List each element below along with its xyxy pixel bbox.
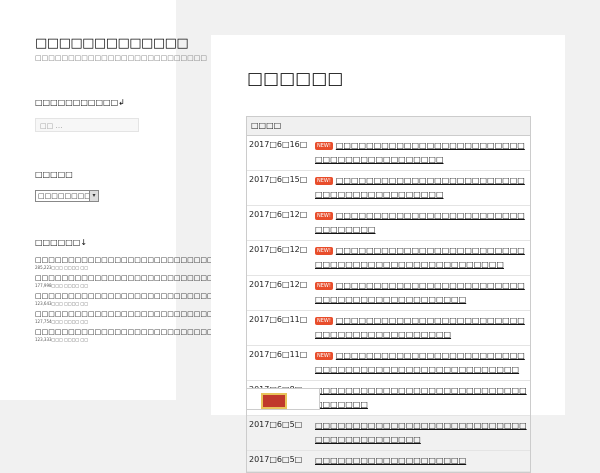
- ranking-link[interactable]: □□□□□□□□□□□□□□□□□□□□□□□□□□□□□□□□□□□□: [35, 255, 273, 265]
- ranking-link[interactable]: □□□□□□□□□□□□□□□□□□□□□□□□□□□□□□□□: [35, 309, 247, 319]
- list-item: □□□□□□□□□□□□□□□□□□□□□□□□□□□□□□ 123,643□□…: [35, 291, 233, 307]
- list-item: □□□□□□□□□□□□□□□□□□□□□□□□□□□□□□□□□□□□ 285…: [35, 255, 273, 271]
- news-link[interactable]: NEW! □□□□□□□□□□□□□□□□□□□□□□□□□□□□□□□□□□□□…: [315, 244, 530, 272]
- banner-graphic: [261, 393, 287, 409]
- news-rows: 2017□6□16□ NEW! □□□□□□□□□□□□□□□□□□□□□□□□□□…: [247, 136, 530, 472]
- new-badge: NEW!: [315, 317, 333, 325]
- news-link[interactable]: □□□□□□□□□□□□□□□□□□□□: [315, 454, 530, 468]
- archive-select-value: □□□□□□□□: [38, 192, 91, 200]
- news-title: □□□□□□□□□□□□□□□□□□□□□□□□□□□□□□□□□: [315, 211, 525, 234]
- list-item: □□□□□□□□□□□□□□□□□□□□□□□□□□□□□□□□□ 123,33…: [35, 327, 253, 343]
- news-date: 2017□6□5□: [249, 455, 303, 464]
- table-row: 2017□6□5□ □□□□□□□□□□□□□□□□□□□□□□□□□□□□□□□…: [247, 416, 530, 451]
- table-row: 2017□6□11□ NEW! □□□□□□□□□□□□□□□□□□□□□□□□□□…: [247, 346, 530, 381]
- news-title: □□□□□□□□□□□□□□□□□□□□□□□□□□□□□□□□□□□□□□□□…: [315, 281, 525, 304]
- page-title: □□□□□□: [247, 69, 344, 89]
- sidebar: □□□□□□□□□□□□□ □□□□□□□□□□□□□□□□□□□□□□□□□□…: [0, 0, 273, 400]
- news-title: □□□□□□□□□□□□□□□□□□□□□□□□□□□□□□□□□□□□□□□□…: [315, 351, 525, 374]
- new-badge: NEW!: [315, 212, 333, 220]
- news-date: 2017□6□16□: [249, 140, 308, 149]
- news-table: □□□□ 2017□6□16□ NEW! □□□□□□□□□□□□□□□□□□□□□…: [246, 116, 531, 473]
- list-item: □□□□□□□□□□□□□□□□□□□□□□□□□□□□□□□□ 127,754…: [35, 309, 247, 325]
- ranking-meta: 285,223□□□ □□□□ □□: [35, 265, 89, 270]
- search-widget-title: □□□□□□□□□□□↲: [35, 98, 125, 107]
- news-date: 2017□6□11□: [249, 315, 308, 324]
- table-row: 2017□6□12□ NEW! □□□□□□□□□□□□□□□□□□□□□□□□□□…: [247, 276, 530, 311]
- news-date: 2017□6□15□: [249, 175, 308, 184]
- new-badge: NEW!: [315, 177, 333, 185]
- news-title: □□□□□□□□□□□□□□□□□□□□□□□□□□□□□□□□□□□□□□□□…: [315, 176, 525, 199]
- table-row: 2017□6□16□ NEW! □□□□□□□□□□□□□□□□□□□□□□□□□□…: [247, 136, 530, 171]
- table-row: 2017□6□5□ □□□□□□□□□□□□□□□□□□□□: [247, 451, 530, 472]
- new-badge: NEW!: [315, 282, 333, 290]
- news-date: 2017□6□12□: [249, 210, 308, 219]
- ranking-list: □□□□□□□□□□□□□□□□□□□□□□□□□□□□□□□□□□□□ 285…: [35, 255, 273, 345]
- search-input[interactable]: □□ …: [35, 118, 139, 132]
- news-title: □□□□□□□□□□□□□□□□□□□□□□□□□□□□□□□□□□□□□□□□…: [315, 421, 527, 444]
- ranking-link[interactable]: □□□□□□□□□□□□□□□□□□□□□□□□□□□□□□□□□: [35, 327, 253, 337]
- ranking-link[interactable]: □□□□□□□□□□□□□□□□□□□□□□□□□□□□□□: [35, 291, 233, 301]
- new-badge: NEW!: [315, 352, 333, 360]
- news-link[interactable]: □□□□□□□□□□□□□□□□□□□□□□□□□□□□□□□□□□□□□□□□…: [315, 419, 530, 447]
- news-link[interactable]: NEW! □□□□□□□□□□□□□□□□□□□□□□□□□□□□□□□□□□□□…: [315, 279, 530, 307]
- news-title: □□□□□□□□□□□□□□□□□□□□□□□□□□□□□□□□□□□□□□□□…: [315, 316, 525, 339]
- site-description: □□□□□□□□□□□□□□□□□□□□□□□□□□: [35, 54, 207, 62]
- news-link[interactable]: NEW! □□□□□□□□□□□□□□□□□□□□□□□□□□□□□□□□□□□□…: [315, 139, 530, 167]
- news-title: □□□□□□□□□□□□□□□□□□□□: [315, 456, 467, 465]
- news-title: □□□□□□□□□□□□□□□□□□□□□□□□□□□□□□□□□□□□□□□□…: [315, 141, 525, 164]
- news-link[interactable]: NEW! □□□□□□□□□□□□□□□□□□□□□□□□□□□□□□□□□□□□…: [315, 174, 530, 202]
- ranking-link[interactable]: □□□□□□□□□□□□□□□□□□□□□□□□□□□: [35, 273, 214, 283]
- news-link[interactable]: NEW! □□□□□□□□□□□□□□□□□□□□□□□□□□□□□□□□□□□□…: [315, 314, 530, 342]
- ranking-meta: 177,998□□□ □□□□ □□: [35, 283, 89, 288]
- main-content: □□□□□□ □□□□ 2017□6□16□ NEW! □□□□□□□□□□□□□□…: [211, 35, 565, 473]
- ranking-meta: 123,333□□□ □□□□ □□: [35, 337, 89, 342]
- news-date: 2017□6□5□: [249, 420, 303, 429]
- news-title: □□□□□□□□□□□□□□□□□□□□□□□□□□□□□□□□□□□: [315, 386, 527, 409]
- site-title[interactable]: □□□□□□□□□□□□□: [35, 36, 189, 51]
- list-item: □□□□□□□□□□□□□□□□□□□□□□□□□□□ 177,998□□□ □…: [35, 273, 214, 289]
- table-row: 2017□6□12□ NEW! □□□□□□□□□□□□□□□□□□□□□□□□□□…: [247, 206, 530, 241]
- news-date: 2017□6□12□: [249, 280, 308, 289]
- new-badge: NEW!: [315, 247, 333, 255]
- table-row: 2017□6□15□ NEW! □□□□□□□□□□□□□□□□□□□□□□□□□□…: [247, 171, 530, 206]
- archive-select[interactable]: □□□□□□□□ ▾: [35, 190, 99, 202]
- news-table-header: □□□□: [247, 117, 530, 136]
- news-title: □□□□□□□□□□□□□□□□□□□□□□□□□□□□□□□□□□□□□□□□…: [315, 246, 525, 269]
- banner-image[interactable]: [246, 388, 320, 410]
- news-date: 2017□6□12□: [249, 245, 308, 254]
- table-row: 2017□6□11□ NEW! □□□□□□□□□□□□□□□□□□□□□□□□□□…: [247, 311, 530, 346]
- archive-widget-title: □□□□□: [35, 170, 73, 179]
- new-badge: NEW!: [315, 142, 333, 150]
- chevron-down-icon: ▾: [89, 191, 98, 201]
- news-link[interactable]: NEW! □□□□□□□□□□□□□□□□□□□□□□□□□□□□□□□□□□□□…: [315, 349, 530, 377]
- news-link[interactable]: □□□□□□□□□□□□□□□□□□□□□□□□□□□□□□□□□□□: [315, 384, 530, 412]
- news-date: 2017□6□11□: [249, 350, 308, 359]
- news-link[interactable]: NEW! □□□□□□□□□□□□□□□□□□□□□□□□□□□□□□□□□: [315, 209, 530, 237]
- ranking-widget-title: □□□□□□↓: [35, 238, 88, 247]
- ranking-meta: 123,643□□□ □□□□ □□: [35, 301, 89, 306]
- table-row: 2017□6□12□ NEW! □□□□□□□□□□□□□□□□□□□□□□□□□□…: [247, 241, 530, 276]
- ranking-meta: 127,754□□□ □□□□ □□: [35, 319, 89, 324]
